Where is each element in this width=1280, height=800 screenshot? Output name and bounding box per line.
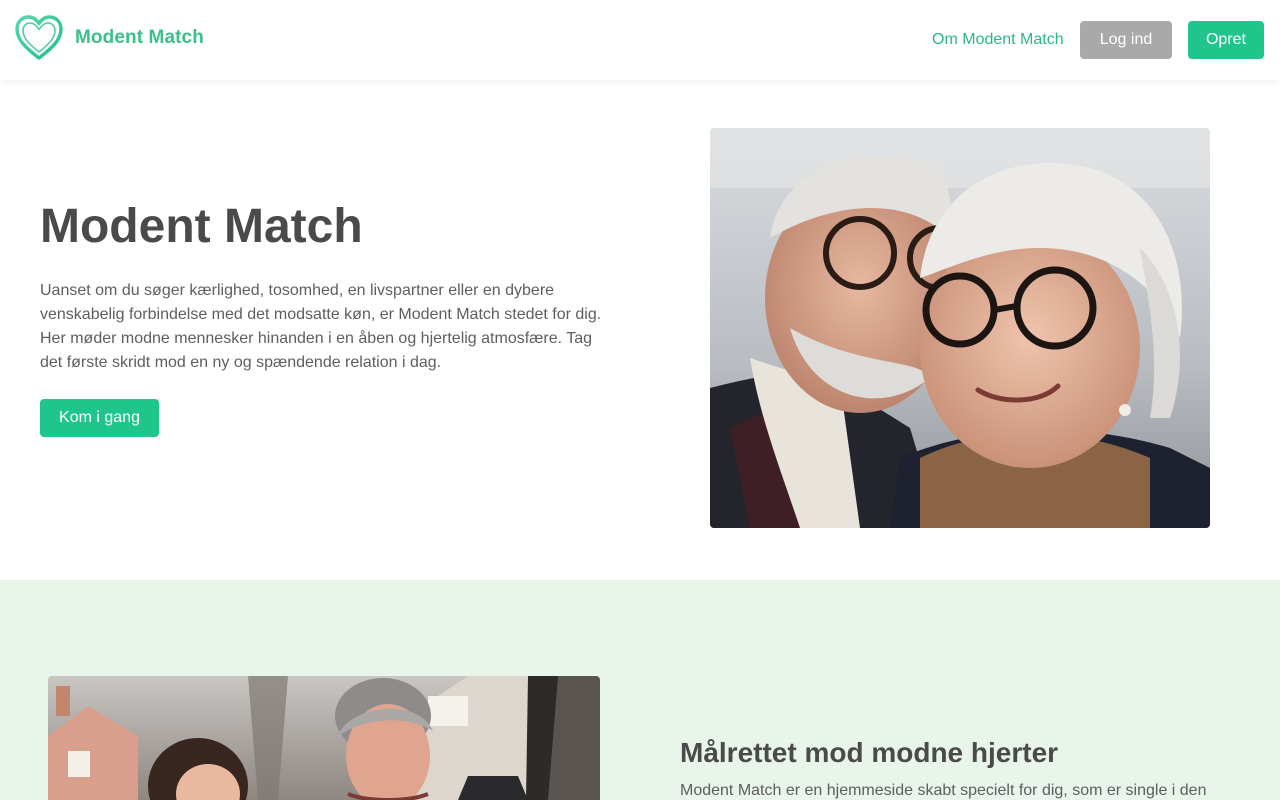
heart-outline-icon: [15, 15, 63, 60]
brand-name: Modent Match: [75, 27, 204, 48]
brand-logo[interactable]: Modent Match: [14, 14, 204, 62]
couple-walking-photo: [48, 676, 600, 800]
hero-couple-photo: [710, 128, 1210, 528]
get-started-button[interactable]: Kom i gang: [40, 399, 159, 437]
hero-title: Modent Match: [40, 200, 363, 253]
feature-section: Målrettet mod modne hjerter Modent Match…: [0, 580, 1280, 800]
feature-description: Modent Match er en hjemmeside skabt spec…: [680, 782, 1207, 799]
couple-photo-illustration: [710, 128, 1210, 528]
site-header: Modent Match Om Modent Match Log ind Opr…: [0, 0, 1280, 80]
couple-walking-illustration: [48, 676, 600, 800]
hero-description: Uanset om du søger kærlighed, tosomhed, …: [40, 282, 602, 371]
login-button[interactable]: Log ind: [1080, 21, 1172, 59]
nav-about-link[interactable]: Om Modent Match: [932, 30, 1064, 50]
feature-title: Målrettet mod modne hjerter: [680, 737, 1059, 768]
signup-button[interactable]: Opret: [1188, 21, 1264, 59]
